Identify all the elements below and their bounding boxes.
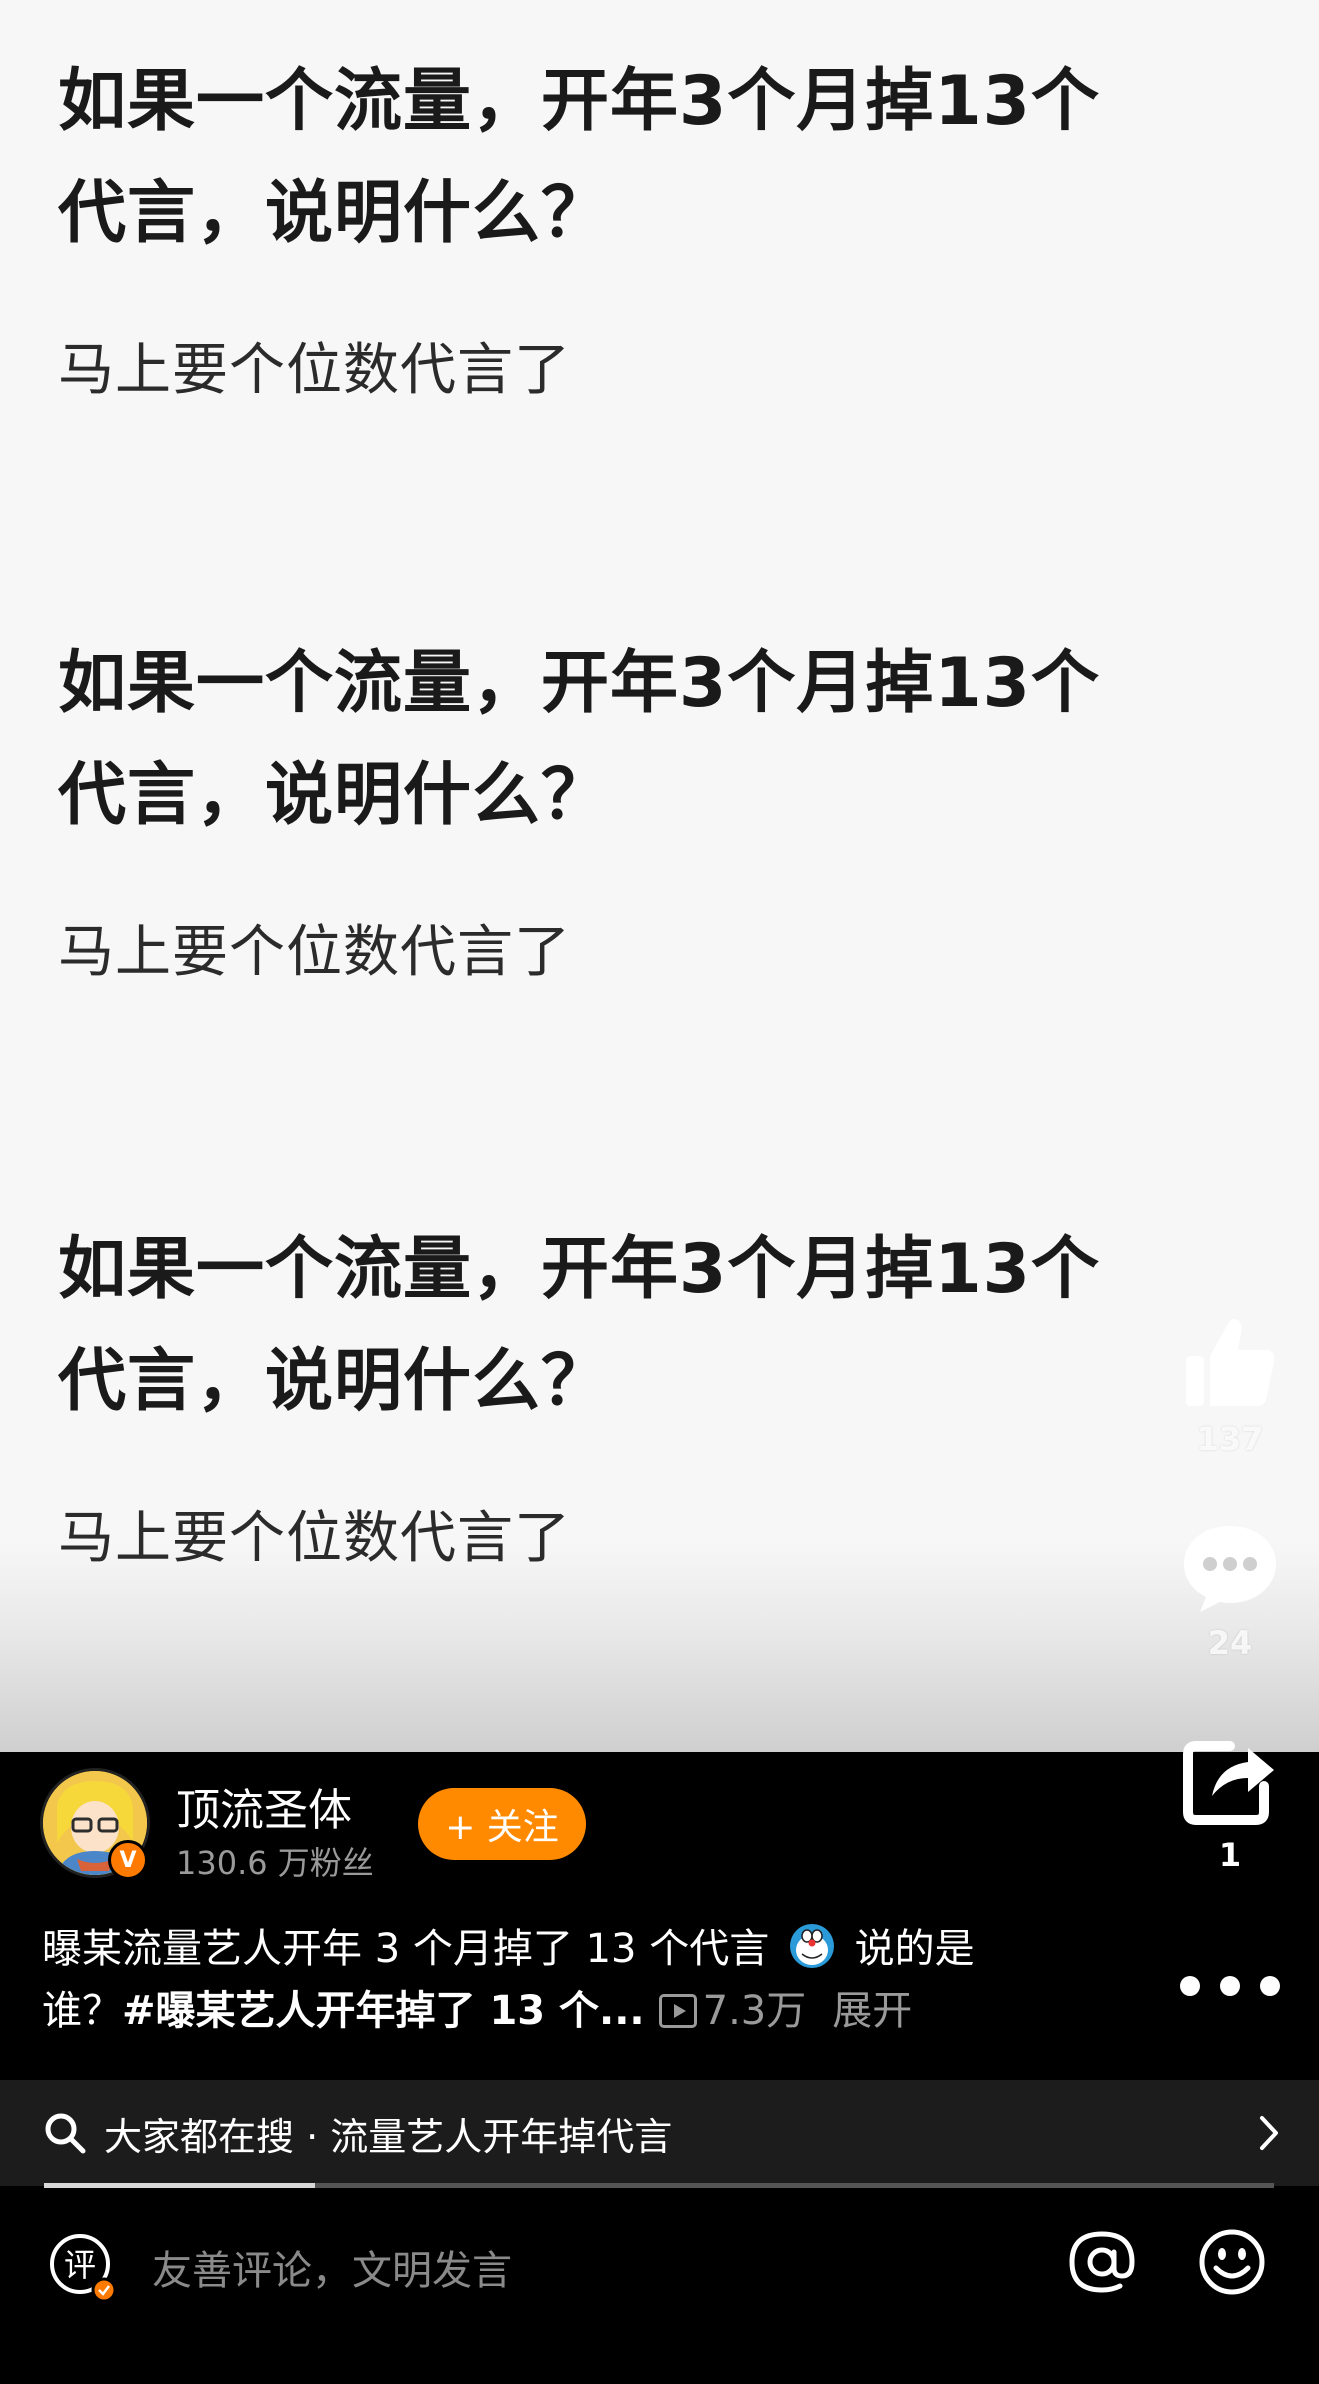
search-icon	[45, 2113, 86, 2154]
question-line: 如果一个流量，开年3个月掉13个	[58, 644, 1100, 723]
author-name[interactable]: 顶流圣体	[176, 1774, 352, 1838]
caption-line-1: 曝某流量艺人开年 3 个月掉了 13 个代言 说的是	[42, 1918, 1062, 1980]
answer-text: 马上要个位数代言了	[58, 920, 571, 985]
hashtag-link[interactable]: #曝某艺人开年掉了 13 个...	[122, 1988, 645, 2034]
comment-input[interactable]: 友善评论，文明发言	[152, 2238, 512, 2296]
dot	[1220, 1976, 1240, 1996]
post-caption[interactable]: 曝某流量艺人开年 3 个月掉了 13 个代言 说的是 谁？#曝某艺人开年掉了 1…	[42, 1918, 1062, 2042]
comment-icon-glyph: 评	[64, 2246, 96, 2284]
more-dots-icon[interactable]	[1180, 1966, 1280, 2006]
post-image[interactable]: 如果一个流量，开年3个月掉13个 代言，说明什么？ 马上要个位数代言了 如果一个…	[0, 0, 1319, 1752]
caption-text: 谁？	[42, 1988, 122, 2034]
write-comment-icon[interactable]: 评	[48, 2232, 118, 2308]
view-count-text: 7.3万	[702, 1988, 807, 2034]
dot	[1260, 1976, 1280, 1996]
follow-button[interactable]: + 关注	[418, 1788, 586, 1860]
chevron-right-icon	[1260, 2116, 1278, 2150]
share-count: 1	[1218, 1836, 1242, 1874]
comment-bar: 评 友善评论，文明发言	[0, 2190, 1319, 2384]
chat-bubble-icon	[1184, 1526, 1276, 1612]
verified-badge: V	[108, 1840, 148, 1880]
view-count: 7.3万	[658, 1988, 807, 2034]
video-progress-bar[interactable]	[44, 2183, 1274, 2188]
caption-text: 曝某流量艺人开年 3 个月掉了 13 个代言	[42, 1926, 770, 1972]
answer-text: 马上要个位数代言了	[58, 338, 571, 403]
question-line: 代言，说明什么？	[58, 1342, 611, 1421]
like-count: 137	[1196, 1420, 1264, 1458]
expand-button[interactable]: 展开	[832, 1988, 912, 2034]
smiley-icon[interactable]	[1196, 2226, 1268, 2298]
dot	[1180, 1976, 1200, 1996]
question-text: 如果一个流量，开年3个月掉13个 代言，说明什么？	[58, 46, 1258, 270]
caption-text: 说的是	[854, 1926, 975, 1972]
qa-block: 如果一个流量，开年3个月掉13个 代言，说明什么？ 马上要个位数代言了	[58, 1214, 1258, 1574]
question-line: 如果一个流量，开年3个月掉13个	[58, 62, 1100, 141]
like-button[interactable]: 137	[1170, 1312, 1290, 1458]
author-fans: 130.6 万粉丝	[176, 1844, 374, 1882]
question-text: 如果一个流量，开年3个月掉13个 代言，说明什么？	[58, 1214, 1258, 1438]
video-progress-fill	[44, 2183, 315, 2188]
share-button[interactable]: 1	[1170, 1732, 1290, 1874]
thumbs-up-icon	[1186, 1319, 1275, 1406]
question-line: 如果一个流量，开年3个月掉13个	[58, 1230, 1100, 1309]
answer-text: 马上要个位数代言了	[58, 1506, 571, 1571]
question-line: 代言，说明什么？	[58, 756, 611, 835]
qa-block: 如果一个流量，开年3个月掉13个 代言，说明什么？ 马上要个位数代言了	[58, 46, 1258, 406]
qa-block: 如果一个流量，开年3个月掉13个 代言，说明什么？ 马上要个位数代言了	[58, 628, 1258, 988]
doraemon-emoji-icon	[789, 1924, 834, 1968]
question-text: 如果一个流量，开年3个月掉13个 代言，说明什么？	[58, 628, 1258, 852]
play-icon	[658, 1994, 697, 2028]
share-icon	[1183, 1741, 1274, 1825]
comment-button[interactable]: 24	[1170, 1520, 1290, 1662]
caption-line-2: 谁？#曝某艺人开年掉了 13 个... 7.3万 展开	[42, 1980, 1062, 2042]
search-suggestion-text: 大家都在搜 · 流量艺人开年掉代言	[104, 2114, 673, 2159]
search-suggestion-bar[interactable]: 大家都在搜 · 流量艺人开年掉代言	[0, 2080, 1319, 2186]
at-icon[interactable]	[1066, 2226, 1138, 2298]
comment-count: 24	[1207, 1624, 1253, 1662]
question-line: 代言，说明什么？	[58, 174, 611, 253]
